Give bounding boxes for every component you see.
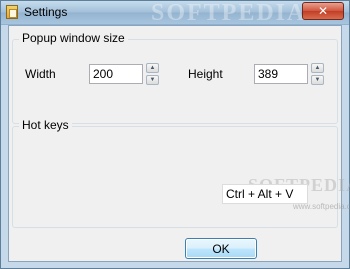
popup-size-group-label: Popup window size [19, 31, 128, 45]
height-spin-down-icon[interactable]: ▼ [311, 75, 324, 85]
ok-button[interactable]: OK [185, 238, 257, 259]
height-input[interactable] [254, 64, 308, 84]
dialog-body: Popup window size Width ▲ ▼ Height ▲ ▼ H… [8, 25, 350, 262]
height-spin-up-icon[interactable]: ▲ [311, 63, 324, 73]
settings-window: Settings SOFTPEDIA ✕ Popup window size W… [0, 0, 350, 269]
hot-keys-group-label: Hot keys [19, 118, 72, 132]
popup-size-group: Popup window size Width ▲ ▼ Height ▲ ▼ [12, 31, 338, 124]
app-icon [6, 5, 18, 19]
width-label: Width [25, 67, 56, 81]
width-spinner: ▲ ▼ [146, 63, 159, 85]
height-label: Height [188, 67, 223, 81]
watermark-url: www.softpedia.com [293, 202, 350, 211]
watermark: SOFTPEDIA [151, 0, 307, 26]
title-bar[interactable]: Settings SOFTPEDIA ✕ [1, 0, 349, 26]
height-spinner: ▲ ▼ [311, 63, 324, 85]
width-spin-down-icon[interactable]: ▼ [146, 75, 159, 85]
close-button[interactable]: ✕ [302, 2, 344, 20]
width-spin-up-icon[interactable]: ▲ [146, 63, 159, 73]
hot-keys-group: Hot keys SOFTPEDIA Ctrl + Alt + V www.so… [12, 118, 350, 228]
window-title: Settings [24, 5, 68, 19]
width-input[interactable] [89, 64, 143, 84]
hotkey-input[interactable]: Ctrl + Alt + V [222, 184, 308, 204]
